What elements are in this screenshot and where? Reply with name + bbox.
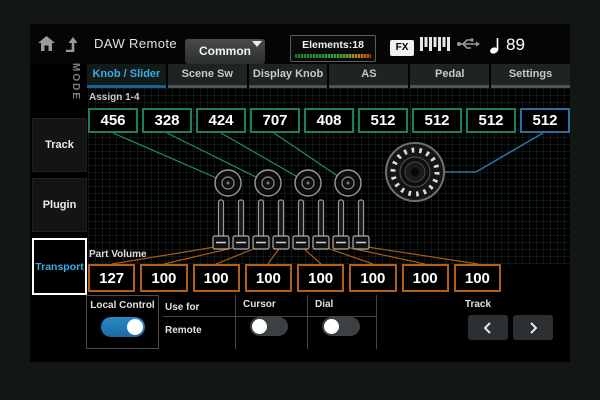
header-bar: DAW Remote Common Elements:18 FX [30,24,570,64]
elements-badge[interactable]: Elements:18 [290,35,376,62]
chevron-right-icon [527,321,539,335]
part-volume-2[interactable]: 100 [140,264,187,292]
tab-scene-sw[interactable]: Scene Sw [168,64,247,88]
tab-display-knob[interactable]: Display Knob [249,64,328,88]
elements-label: Elements:18 [291,39,375,51]
up-level-icon[interactable] [64,36,80,52]
use-for-remote-label: Use for Remote [165,302,202,336]
local-control-label: Local Control [87,300,158,311]
page-title: DAW Remote [94,24,177,64]
sidebar-item-track[interactable]: Track [32,118,87,172]
part-volume-5[interactable]: 100 [297,264,344,292]
assign-wire-1 [113,133,228,183]
cursor-label: Cursor [243,299,307,310]
use-for-remote-cell: Use for Remote [163,295,235,316]
volume-wire-8 [361,246,478,264]
chevron-down-icon [252,41,262,47]
part-volume-1[interactable]: 127 [88,264,135,292]
cursor-cell: Cursor [235,295,307,349]
part-volume-4[interactable]: 100 [245,264,292,292]
part-volume-label: Part Volume [89,249,147,260]
assign-knob-1[interactable] [215,170,241,196]
bottom-control-bar: Local Control Use for Remote Cursor Dial [86,295,570,349]
dial-toggle[interactable] [322,317,360,336]
dial-cell: Dial [307,295,377,349]
track-label: Track [438,299,518,310]
usb-icon [456,36,480,52]
tab-as[interactable]: AS [329,64,408,88]
part-volume-6[interactable]: 100 [349,264,396,292]
part-volume-3[interactable]: 100 [193,264,240,292]
keyboard-icon [420,36,450,52]
cursor-toggle[interactable] [250,317,288,336]
toggle-knob [127,319,143,335]
elements-meter [295,54,371,58]
assign-knob-2[interactable] [255,170,281,196]
fx-icon: FX [390,40,414,56]
mode-label: MODE [70,63,81,101]
slider-2[interactable] [233,200,249,249]
track-next-button[interactable] [513,315,553,340]
super-knob[interactable] [386,143,444,201]
common-part-selector[interactable]: Common [185,39,265,64]
part-volume-row: 127 100 100 100 100 100 100 100 [88,264,501,292]
knob-slider-workspace: Assign 1-4 456 328 424 707 408 512 512 5… [88,88,570,264]
slider-5[interactable] [293,200,309,249]
local-control-toggle[interactable] [101,317,145,337]
tab-pedal[interactable]: Pedal [410,64,489,88]
dial-label: Dial [315,299,376,310]
label-row-divider [163,316,377,317]
common-label: Common [199,44,251,58]
slider-7[interactable] [333,200,349,249]
track-previous-button[interactable] [468,315,508,340]
slider-1[interactable] [213,200,229,249]
slider-4[interactable] [273,200,289,249]
slider-3[interactable] [253,200,269,249]
toggle-knob [252,319,267,334]
slider-8[interactable] [353,200,369,249]
assign-knob-3[interactable] [295,170,321,196]
part-volume-8[interactable]: 100 [454,264,501,292]
control-wiring-canvas [88,88,570,264]
tempo-display: 89 [490,34,525,56]
sidebar-item-transport[interactable]: Transport [32,238,87,295]
chevron-left-icon [482,321,494,335]
tab-knob-slider[interactable]: Knob / Slider [87,64,166,88]
tab-settings[interactable]: Settings [491,64,570,88]
tempo-value: 89 [506,35,525,55]
touchscreen: DAW Remote Common Elements:18 FX [30,24,570,362]
toggle-knob [324,319,339,334]
device-bezel: DAW Remote Common Elements:18 FX [0,0,600,400]
quarter-note-icon [490,37,501,54]
sidebar-item-plugin[interactable]: Plugin [32,178,87,232]
assign-knob-4[interactable] [335,170,361,196]
slider-6[interactable] [313,200,329,249]
home-icon[interactable] [38,36,55,52]
part-volume-7[interactable]: 100 [402,264,449,292]
local-control-cell: Local Control [86,295,159,349]
tab-bar: Knob / Slider Scene Sw Display Knob AS P… [87,64,570,88]
